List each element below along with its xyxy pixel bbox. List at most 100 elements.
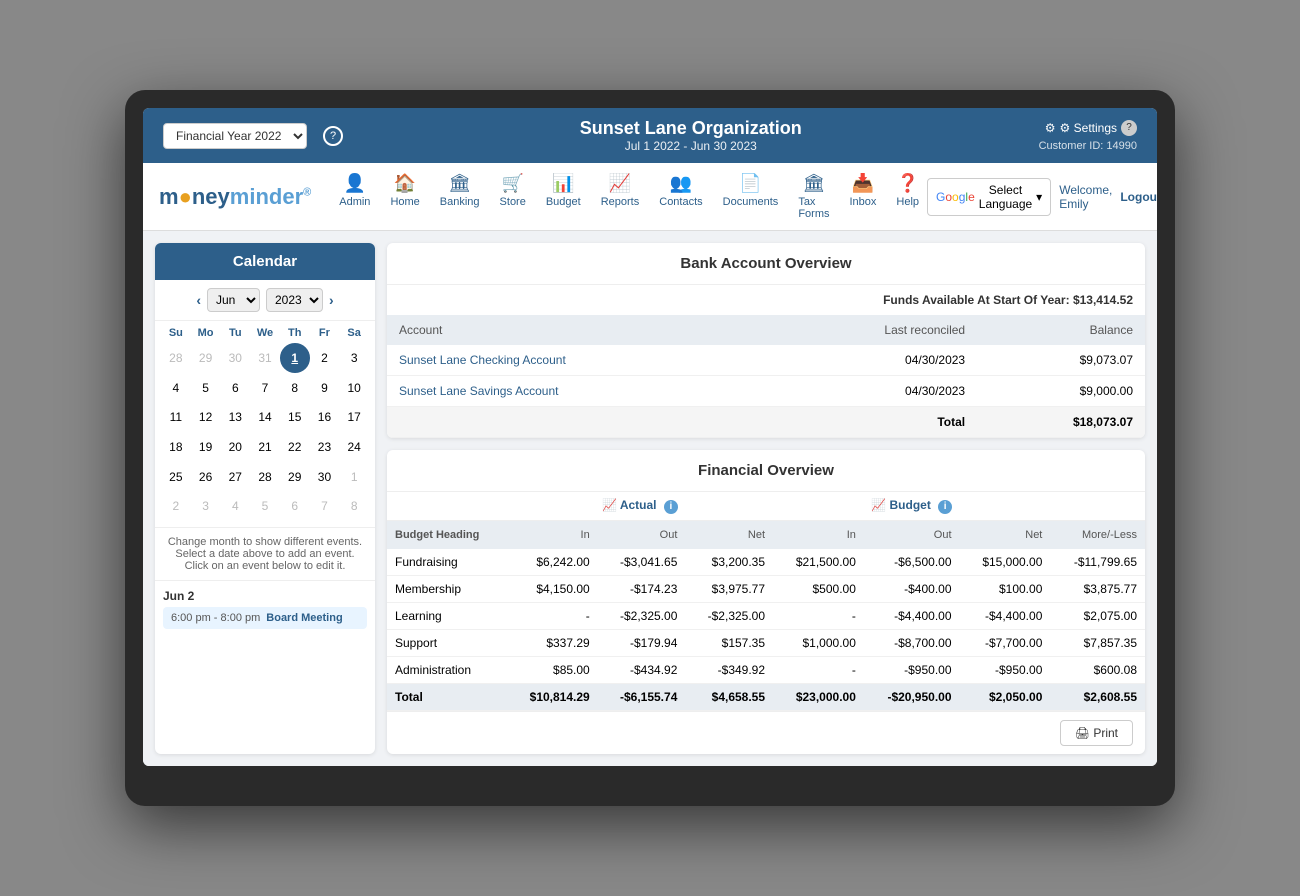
nav-budget[interactable]: 📊 Budget xyxy=(538,169,589,224)
nav-documents[interactable]: 📄 Documents xyxy=(715,169,787,224)
cal-day[interactable]: 8 xyxy=(280,373,310,403)
budget-in: $21,500.00 xyxy=(773,549,864,576)
cal-day[interactable]: 14 xyxy=(250,402,280,432)
cal-day[interactable]: 11 xyxy=(161,402,191,432)
account-link[interactable]: Sunset Lane Checking Account xyxy=(399,353,566,367)
cal-day[interactable]: 12 xyxy=(191,402,221,432)
actual-out: -$3,041.65 xyxy=(598,549,686,576)
budget-in: - xyxy=(773,603,864,630)
more-less-col: More/-Less xyxy=(1050,521,1145,550)
documents-icon: 📄 xyxy=(739,173,761,194)
funds-available-row: Funds Available At Start Of Year: $13,41… xyxy=(387,285,1145,315)
nav-reports[interactable]: 📈 Reports xyxy=(593,169,648,224)
cal-day[interactable]: 26 xyxy=(191,462,221,492)
cal-day[interactable]: 1 xyxy=(339,462,369,492)
nav-home[interactable]: 🏠 Home xyxy=(382,169,427,224)
actual-net: -$349.92 xyxy=(685,657,773,684)
cal-day[interactable]: 30 xyxy=(310,462,340,492)
budget-in: - xyxy=(773,657,864,684)
cal-day[interactable]: 30 xyxy=(220,343,250,373)
nav-contacts-label: Contacts xyxy=(659,196,702,208)
nav-admin[interactable]: 👤 Admin xyxy=(331,169,378,224)
cal-day[interactable]: 6 xyxy=(220,373,250,403)
budget-net: $100.00 xyxy=(960,576,1051,603)
cal-day[interactable]: 29 xyxy=(191,343,221,373)
actual-in-col: In xyxy=(507,521,598,550)
nav-contacts[interactable]: 👥 Contacts xyxy=(651,169,710,224)
budget-out: -$6,500.00 xyxy=(864,549,960,576)
cal-day[interactable]: 21 xyxy=(250,432,280,462)
cal-day[interactable]: 6 xyxy=(280,492,310,522)
budget-info-icon[interactable]: i xyxy=(938,500,952,514)
logout-button[interactable]: Logout xyxy=(1120,190,1157,204)
print-button[interactable]: 🖨 Print xyxy=(1060,720,1133,746)
cal-day[interactable]: 15 xyxy=(280,402,310,432)
nav-banking-label: Banking xyxy=(440,196,480,208)
cal-day[interactable]: 7 xyxy=(250,373,280,403)
cal-day[interactable]: 25 xyxy=(161,462,191,492)
account-name: Sunset Lane Savings Account xyxy=(387,376,768,407)
cal-day[interactable]: 13 xyxy=(220,402,250,432)
cal-day[interactable]: 17 xyxy=(339,402,369,432)
help-question-button[interactable]: ? xyxy=(323,126,343,146)
cal-day[interactable]: 22 xyxy=(280,432,310,462)
row-heading: Membership xyxy=(387,576,507,603)
cal-day[interactable]: 3 xyxy=(339,343,369,373)
nav-banking[interactable]: 🏛 Banking xyxy=(432,169,488,224)
account-link[interactable]: Sunset Lane Savings Account xyxy=(399,384,558,398)
cal-day[interactable]: 2 xyxy=(310,343,340,373)
main-content: Calendar ‹ JanFebMarAprMayJunJulAugSepOc… xyxy=(143,231,1157,766)
nav-store[interactable]: 🛒 Store xyxy=(492,169,534,224)
cal-day[interactable]: 24 xyxy=(339,432,369,462)
actual-in: $85.00 xyxy=(507,657,598,684)
cal-day[interactable]: 23 xyxy=(310,432,340,462)
year-select[interactable]: 202220232024 xyxy=(266,288,323,312)
last-reconciled: 04/30/2023 xyxy=(768,376,977,407)
cal-day[interactable]: 27 xyxy=(220,462,250,492)
nav-inbox[interactable]: 📥 Inbox xyxy=(841,169,884,224)
print-btn-container: 🖨 Print xyxy=(387,711,1145,754)
calendar-next-button[interactable]: › xyxy=(329,292,334,308)
cal-day[interactable]: 4 xyxy=(161,373,191,403)
cal-day[interactable]: 3 xyxy=(191,492,221,522)
cal-day[interactable]: 9 xyxy=(310,373,340,403)
help-icon: ❓ xyxy=(896,173,918,194)
cal-day[interactable]: 16 xyxy=(310,402,340,432)
more-less: $3,875.77 xyxy=(1050,576,1145,603)
cal-day[interactable]: 28 xyxy=(161,343,191,373)
cal-day[interactable]: 5 xyxy=(191,373,221,403)
calendar-events: Jun 2 6:00 pm - 8:00 pm Board Meeting xyxy=(155,580,375,637)
bank-overview-title: Bank Account Overview xyxy=(387,243,1145,285)
cal-day[interactable]: 19 xyxy=(191,432,221,462)
calendar-prev-button[interactable]: ‹ xyxy=(196,292,201,308)
fiscal-year-select[interactable]: Financial Year 2022 xyxy=(163,123,307,149)
table-row: Fundraising $6,242.00 -$3,041.65 $3,200.… xyxy=(387,549,1145,576)
total-label: Total xyxy=(387,407,977,438)
actual-out: -$174.23 xyxy=(598,576,686,603)
actual-info-icon[interactable]: i xyxy=(664,500,678,514)
cal-day[interactable]: 8 xyxy=(339,492,369,522)
cal-day[interactable]: 5 xyxy=(250,492,280,522)
cal-day[interactable]: 29 xyxy=(280,462,310,492)
cal-day[interactable]: 10 xyxy=(339,373,369,403)
more-less: $2,075.00 xyxy=(1050,603,1145,630)
nav-taxforms[interactable]: 🏛 Tax Forms xyxy=(790,169,837,224)
google-translate-button[interactable]: Google Select Language ▾ xyxy=(927,178,1051,216)
cal-day[interactable]: 7 xyxy=(310,492,340,522)
last-reconciled-col-header: Last reconciled xyxy=(768,315,977,345)
cal-day[interactable]: 4 xyxy=(220,492,250,522)
settings-link[interactable]: ⚙ ⚙ Settings ? xyxy=(1039,120,1137,136)
cal-day[interactable]: 20 xyxy=(220,432,250,462)
event-item[interactable]: 6:00 pm - 8:00 pm Board Meeting xyxy=(163,607,367,629)
cal-day[interactable]: 2 xyxy=(161,492,191,522)
calendar-day-headers: Su Mo Tu We Th Fr Sa xyxy=(161,327,369,339)
cal-day[interactable]: 31 xyxy=(250,343,280,373)
cal-day[interactable]: 28 xyxy=(250,462,280,492)
budget-out: -$400.00 xyxy=(864,576,960,603)
cal-day-today[interactable]: 1 xyxy=(280,343,310,373)
cal-day[interactable]: 18 xyxy=(161,432,191,462)
nav-help[interactable]: ❓ Help xyxy=(888,169,927,224)
month-select[interactable]: JanFebMarAprMayJunJulAugSepOctNovDec xyxy=(207,288,260,312)
store-icon: 🛒 xyxy=(501,173,523,194)
help-icon-top: ? xyxy=(1121,120,1137,136)
